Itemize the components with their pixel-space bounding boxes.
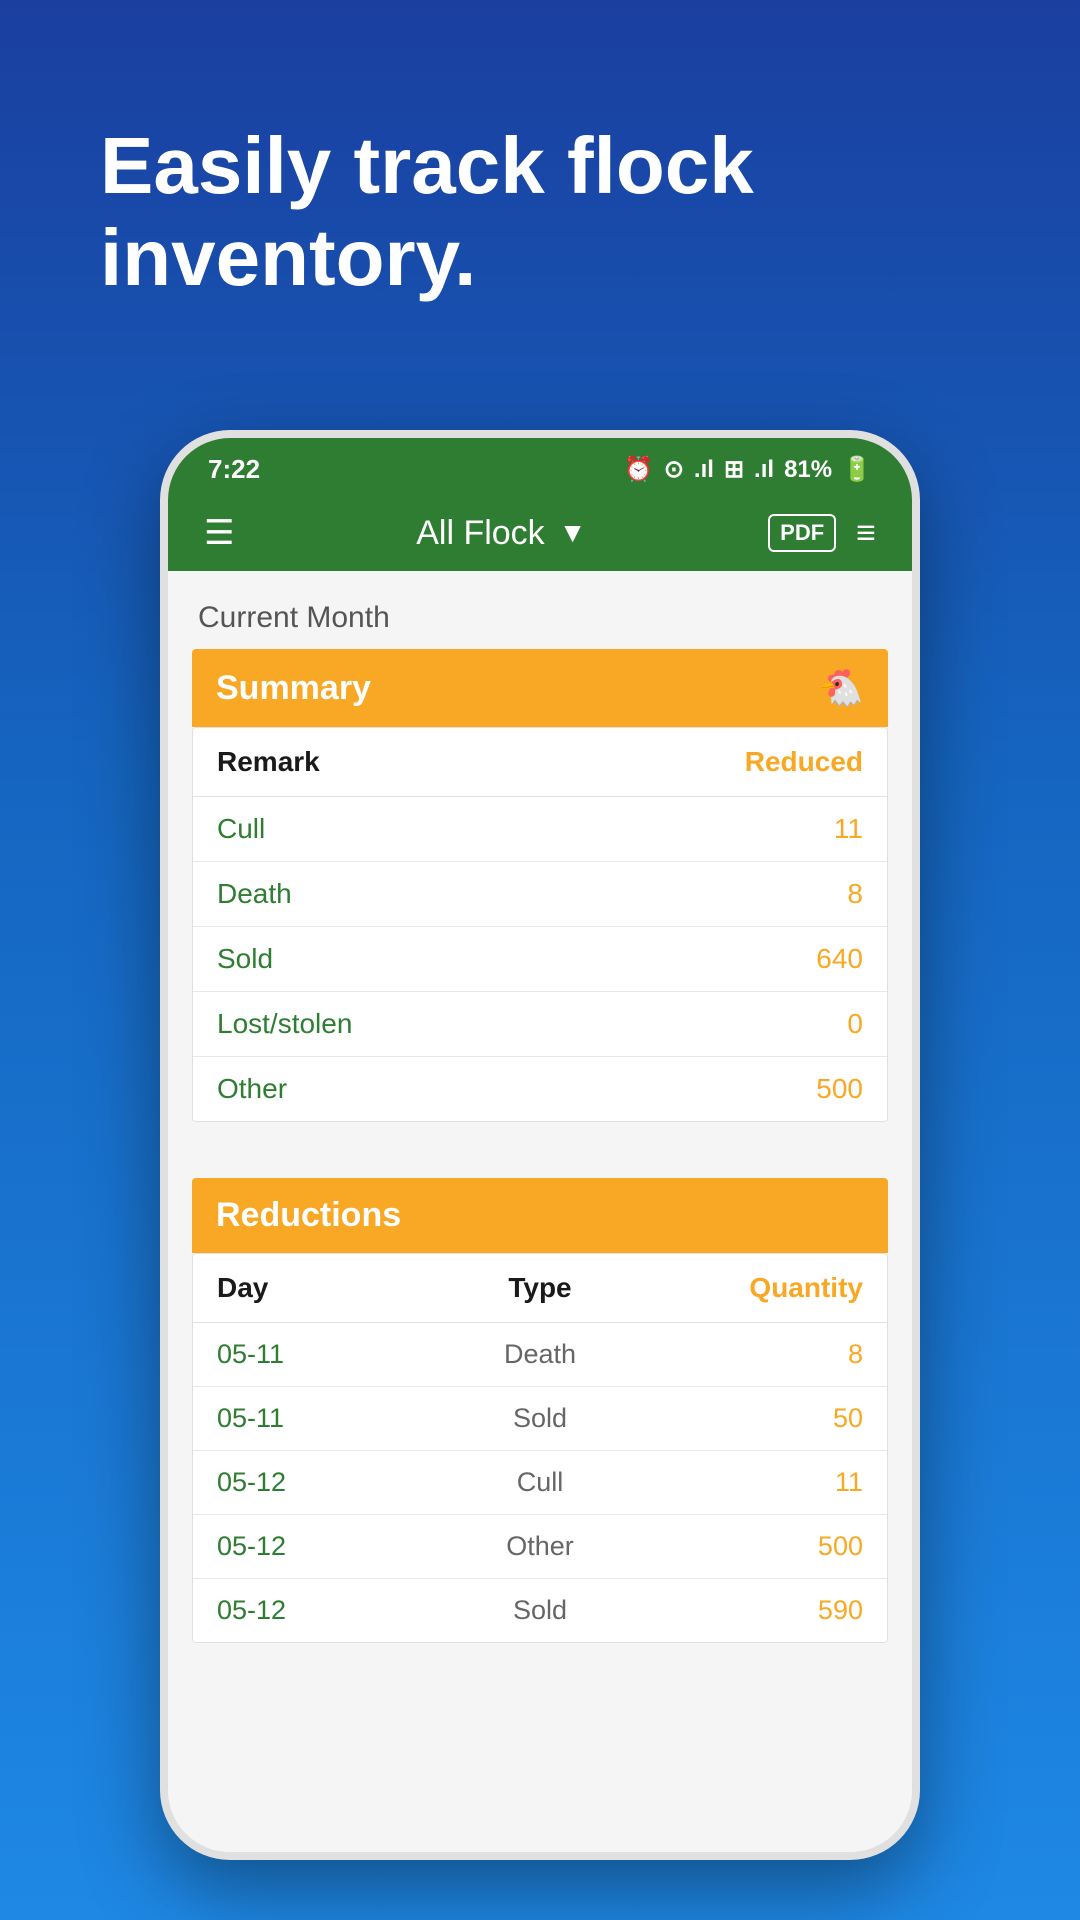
reduction-day: 05-12: [217, 1531, 411, 1562]
reduction-day: 05-12: [217, 1595, 411, 1626]
phone-screen: 7:22 ⏰ ⊙ .ıl ⊞ .ıl 81% 🔋 ☰ All Flock ▼ P…: [168, 438, 912, 1852]
reduction-row: 05-11 Sold 50: [193, 1387, 887, 1451]
reduction-day: 05-12: [217, 1467, 411, 1498]
row-value: 640: [816, 943, 863, 975]
reduction-quantity: 8: [669, 1339, 863, 1370]
reductions-section-header: Reductions: [192, 1178, 888, 1253]
reduction-type: Sold: [411, 1595, 669, 1626]
row-label: Lost/stolen: [217, 1008, 352, 1040]
type-col-header: Type: [411, 1272, 669, 1304]
reduction-quantity: 50: [669, 1403, 863, 1434]
battery-text: 81%: [784, 456, 832, 484]
reduction-row: 05-12 Cull 11: [193, 1451, 887, 1515]
current-month-label: Current Month: [192, 601, 888, 635]
signal-icon: .ıl: [694, 456, 714, 484]
dropdown-icon[interactable]: ▼: [559, 517, 587, 549]
pdf-button[interactable]: PDF: [768, 514, 836, 552]
day-col-header: Day: [217, 1272, 411, 1304]
row-label: Other: [217, 1073, 287, 1105]
reduction-row: 05-12 Other 500: [193, 1515, 887, 1579]
reduction-type: Sold: [411, 1403, 669, 1434]
status-bar: 7:22 ⏰ ⊙ .ıl ⊞ .ıl 81% 🔋: [168, 438, 912, 495]
summary-section-header: Summary 🐔: [192, 649, 888, 727]
network-icon: ⊞: [724, 455, 744, 484]
reduction-type: Death: [411, 1339, 669, 1370]
row-value: 11: [834, 813, 863, 845]
row-value: 8: [847, 878, 863, 910]
status-time: 7:22: [208, 454, 260, 485]
alarm-icon: ⏰: [624, 455, 654, 484]
app-bar-actions: PDF ≡: [768, 514, 876, 553]
reduction-type: Other: [411, 1531, 669, 1562]
row-label: Cull: [217, 813, 265, 845]
reduction-quantity: 500: [669, 1531, 863, 1562]
remark-col-header: Remark: [217, 746, 320, 778]
reduction-quantity: 590: [669, 1595, 863, 1626]
filter-icon[interactable]: ≡: [856, 514, 876, 553]
status-icons: ⏰ ⊙ .ıl ⊞ .ıl 81% 🔋: [624, 455, 872, 484]
reduction-day: 05-11: [217, 1339, 411, 1370]
summary-table: Remark Reduced Cull 11 Death 8 Sold 640: [192, 727, 888, 1122]
phone-frame: 7:22 ⏰ ⊙ .ıl ⊞ .ıl 81% 🔋 ☰ All Flock ▼ P…: [160, 430, 920, 1860]
summary-header-row: Remark Reduced: [193, 728, 887, 797]
reduction-quantity: 11: [669, 1467, 863, 1498]
wifi-icon: ⊙: [664, 455, 684, 484]
table-row: Sold 640: [193, 927, 887, 992]
reductions-header-row: Day Type Quantity: [193, 1254, 887, 1323]
hamburger-icon[interactable]: ☰: [204, 513, 234, 553]
row-label: Sold: [217, 943, 273, 975]
app-title-group: All Flock ▼: [416, 514, 586, 553]
table-row: Death 8: [193, 862, 887, 927]
row-value: 500: [816, 1073, 863, 1105]
app-title: All Flock: [416, 514, 544, 553]
reduction-row: 05-12 Sold 590: [193, 1579, 887, 1642]
reductions-title: Reductions: [216, 1196, 401, 1235]
row-value: 0: [847, 1008, 863, 1040]
table-row: Lost/stolen 0: [193, 992, 887, 1057]
headline-text: Easily track flock inventory.: [100, 120, 980, 304]
reductions-table: Day Type Quantity 05-11 Death 8 05-11 So…: [192, 1253, 888, 1643]
table-row: Cull 11: [193, 797, 887, 862]
row-label: Death: [217, 878, 292, 910]
reduction-row: 05-11 Death 8: [193, 1323, 887, 1387]
scroll-content: Current Month Summary 🐔 Remark Reduced C…: [168, 571, 912, 1852]
reduction-type: Cull: [411, 1467, 669, 1498]
chicken-icon: 🐔: [819, 667, 864, 709]
signal2-icon: .ıl: [754, 456, 774, 484]
reduced-col-header: Reduced: [745, 746, 863, 778]
summary-title: Summary: [216, 669, 371, 708]
battery-icon: 🔋: [842, 455, 872, 484]
app-bar: ☰ All Flock ▼ PDF ≡: [168, 495, 912, 571]
quantity-col-header: Quantity: [669, 1272, 863, 1304]
table-row: Other 500: [193, 1057, 887, 1121]
reduction-day: 05-11: [217, 1403, 411, 1434]
